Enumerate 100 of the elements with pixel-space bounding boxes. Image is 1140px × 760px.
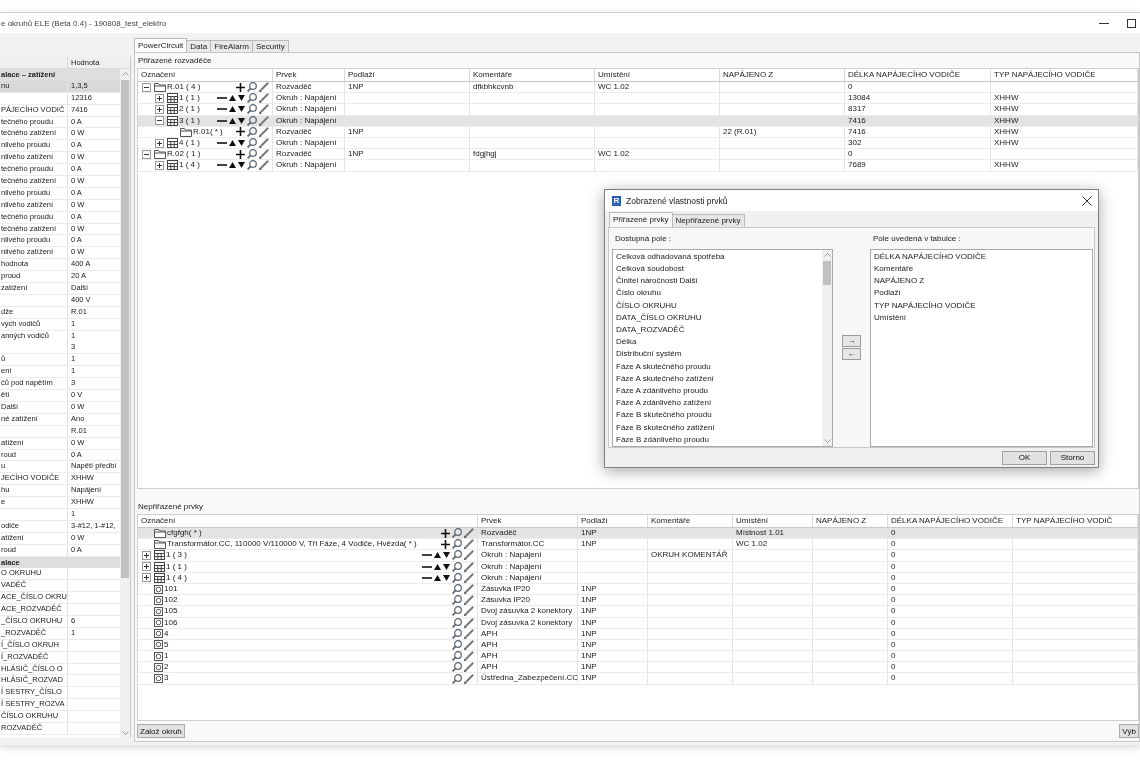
table-row[interactable]: R.01( * ) Rozvaděč 1NP 22 (R.01) 7416 XHHW: [138, 126, 1138, 138]
table-row[interactable]: 1 APH 1NP 0: [138, 651, 1138, 663]
search-icon[interactable]: [452, 606, 462, 617]
pencil-icon[interactable]: [259, 82, 269, 93]
pencil-icon[interactable]: [464, 639, 474, 650]
up-triangle-icon[interactable]: [229, 140, 236, 147]
list-item[interactable]: Komentáře: [874, 263, 1092, 276]
pencil-icon[interactable]: [464, 572, 474, 583]
expand-icon[interactable]: [155, 104, 164, 114]
down-triangle-icon[interactable]: [238, 162, 245, 169]
pencil-icon[interactable]: [464, 628, 474, 639]
table-row[interactable]: 102 Zásuvka IP20 1NP 0: [138, 595, 1138, 607]
list-box[interactable]: DÉLKA NAPÁJECÍHO VODIČE Komentáře NAPÁJENO Z Podlaží TYP NAPÁJECÍHO VODIČE Umístění: [870, 248, 1093, 447]
table-row[interactable]: 3 Ústředna_Zabezpečení.CC 1NP 0: [138, 673, 1138, 685]
list-item[interactable]: Číslo okruhu: [616, 287, 822, 300]
search-icon[interactable]: [452, 561, 462, 572]
scrollbar-thumb[interactable]: [823, 260, 831, 285]
search-icon[interactable]: [452, 628, 462, 639]
scrollbar-thumb[interactable]: [121, 80, 129, 578]
search-icon[interactable]: [247, 104, 257, 115]
list-item[interactable]: Fáze A skutečného proudu: [616, 360, 822, 373]
minus-icon[interactable]: [217, 142, 227, 145]
search-icon[interactable]: [452, 550, 462, 561]
search-icon[interactable]: [452, 673, 462, 684]
pencil-icon[interactable]: [464, 617, 474, 628]
table-row[interactable]: 2 APH 1NP 0: [138, 662, 1138, 674]
minimize-icon[interactable]: [1099, 22, 1109, 24]
list-item[interactable]: Fáze B skutečného proudu: [616, 409, 822, 422]
search-icon[interactable]: [452, 651, 462, 662]
list-item[interactable]: DÉLKA NAPÁJECÍHO VODIČE: [874, 250, 1092, 264]
table-row[interactable]: 1 ( 4 ) Okruh : Napájení 0: [138, 572, 1138, 584]
table-row[interactable]: 4 APH 1NP 0: [138, 628, 1138, 640]
search-icon[interactable]: [247, 138, 257, 149]
expand-icon[interactable]: [142, 550, 151, 560]
search-icon[interactable]: [452, 617, 462, 628]
pencil-icon[interactable]: [259, 149, 269, 160]
plus-icon[interactable]: [441, 539, 450, 549]
pencil-icon[interactable]: [259, 93, 269, 104]
list-item[interactable]: NAPÁJENO Z: [874, 275, 1092, 288]
scrollbar-track[interactable]: [120, 69, 130, 738]
list-item[interactable]: Fáze B skutečného zatížení: [616, 421, 822, 434]
table-row[interactable]: R.02 ( 1 ) Rozvaděč 1NP fdgjhgj WC 1.02 0: [138, 149, 1138, 161]
collapse-icon[interactable]: [155, 116, 164, 126]
list-item[interactable]: Celková odhadovaná spotřeba: [616, 250, 822, 264]
up-triangle-icon[interactable]: [229, 162, 236, 169]
pencil-icon[interactable]: [464, 561, 474, 572]
tab[interactable]: PowerCircuit: [134, 38, 188, 52]
list-item[interactable]: Fáze A zdánlivého proudu: [616, 385, 822, 398]
close-icon[interactable]: [1082, 195, 1092, 206]
search-icon[interactable]: [452, 595, 462, 606]
pencil-icon[interactable]: [464, 606, 474, 617]
table-row[interactable]: R.01 ( 4 ) Rozvaděč 1NP dfkbhkcvnb WC 1.02 0: [138, 82, 1138, 94]
tab[interactable]: Data: [186, 40, 212, 52]
table-row[interactable]: cfgfgh( * ) Rozvaděč 1NP Místnost 1.01 0: [138, 528, 1138, 540]
search-icon[interactable]: [247, 82, 257, 93]
list-item[interactable]: Distribuční systém: [616, 348, 822, 361]
list-item[interactable]: Délka: [616, 336, 822, 349]
plus-icon[interactable]: [236, 82, 245, 92]
tab[interactable]: Security: [251, 40, 289, 52]
search-icon[interactable]: [452, 584, 462, 595]
pencil-icon[interactable]: [464, 673, 474, 684]
tab[interactable]: Přiřazené prvky: [609, 212, 673, 227]
pencil-icon[interactable]: [259, 126, 269, 137]
pencil-icon[interactable]: [259, 160, 269, 171]
table-row[interactable]: 1 ( 1 ) Okruh : Napájení 0: [138, 561, 1138, 573]
list-item[interactable]: Fáze A skutečného zatížení: [616, 372, 822, 385]
search-icon[interactable]: [452, 662, 462, 673]
minus-icon[interactable]: [217, 164, 227, 167]
list-box[interactable]: [612, 248, 833, 447]
search-icon[interactable]: [452, 528, 462, 539]
plus-icon[interactable]: [236, 127, 245, 137]
expand-icon[interactable]: [155, 138, 164, 148]
collapse-icon[interactable]: [142, 82, 151, 92]
ok-button[interactable]: OK: [1002, 450, 1047, 465]
search-icon[interactable]: [247, 160, 257, 171]
pencil-icon[interactable]: [259, 104, 269, 115]
add-field-button[interactable]: →: [842, 334, 861, 347]
table-row[interactable]: 3 ( 1 ) Okruh : Napájení 7416 XHHW: [138, 115, 1138, 127]
pencil-icon[interactable]: [464, 651, 474, 662]
pencil-icon[interactable]: [259, 115, 269, 126]
search-icon[interactable]: [247, 115, 257, 126]
list-item[interactable]: ČÍSLO OKRUHU: [616, 299, 822, 312]
scrollbar-track[interactable]: [822, 249, 832, 446]
pencil-icon[interactable]: [464, 550, 474, 561]
table-row[interactable]: 106 Dvoj zásuvka 2 konektory 1NP 0: [138, 617, 1138, 629]
pencil-icon[interactable]: [259, 138, 269, 149]
create-circuit-button[interactable]: Založ okruh: [137, 724, 185, 738]
search-icon[interactable]: [247, 126, 257, 137]
expand-icon[interactable]: [155, 93, 164, 103]
maximize-icon[interactable]: [1127, 18, 1136, 28]
table-row[interactable]: 2 ( 1 ) Okruh : Napájení 8317 XHHW: [138, 104, 1138, 116]
select-button[interactable]: Výb: [1119, 724, 1139, 738]
down-triangle-icon[interactable]: [238, 140, 245, 147]
list-item[interactable]: TYP NAPÁJECÍHO VODIČE: [874, 299, 1092, 312]
expand-icon[interactable]: [142, 562, 151, 572]
pencil-icon[interactable]: [464, 539, 474, 550]
table-row[interactable]: 105 Dvoj zásuvka 2 konektory 1NP 0: [138, 606, 1138, 618]
tab[interactable]: Nepřiřazené prvky: [671, 214, 745, 227]
pencil-icon[interactable]: [464, 595, 474, 606]
list-item[interactable]: Fáze A zdánlivého zatížení: [616, 397, 822, 410]
